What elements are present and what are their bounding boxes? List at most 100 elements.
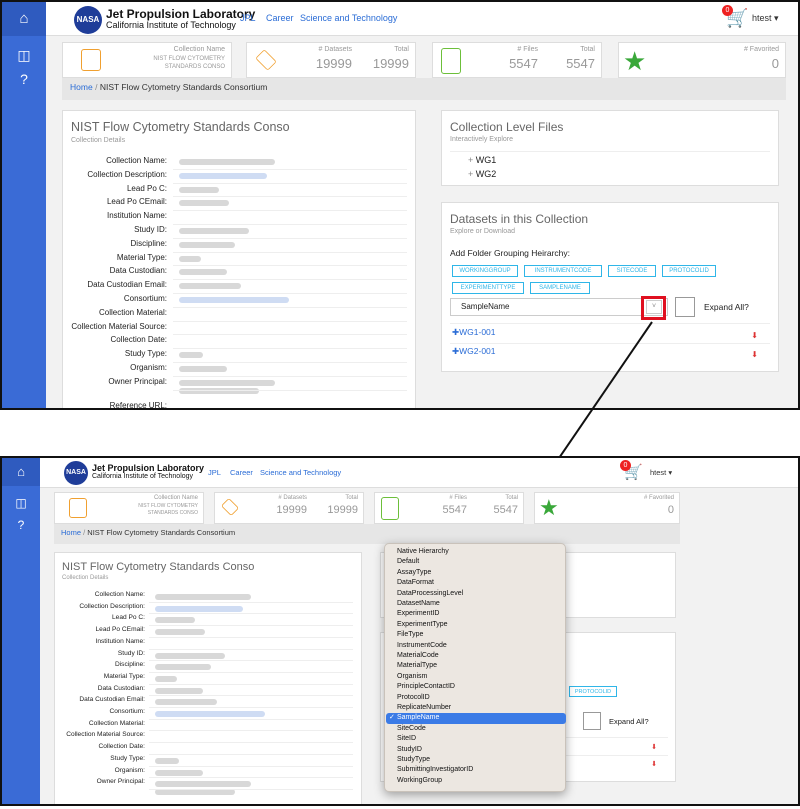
download-icon[interactable]: ⬇	[751, 331, 758, 340]
nav-career[interactable]: Career	[230, 468, 253, 477]
dropdown-option[interactable]: ExperimentType	[386, 620, 566, 630]
dropdown-option[interactable]: SubmittingInvestigatorID	[386, 765, 566, 775]
files-total-value: 5547	[493, 504, 518, 516]
dropdown-option[interactable]: ProtocolID	[386, 693, 566, 703]
tree-item-wg2[interactable]: + WG2	[468, 169, 496, 179]
redacted-value	[155, 664, 211, 671]
cube-icon[interactable]: ◫	[2, 46, 46, 64]
cart-count-badge: 0	[722, 5, 733, 16]
row-divider	[149, 777, 353, 779]
tag-samplename[interactable]: SAMPLENAME	[530, 282, 590, 294]
download-icon[interactable]: ⬇	[651, 743, 657, 751]
detail-field-label: Organism:	[130, 363, 167, 372]
datasets-value: 19999	[276, 504, 307, 516]
tag-sitecode[interactable]: SITECODE	[608, 265, 656, 277]
dropdown-option-label: AssayType	[397, 568, 432, 576]
dropdown-option[interactable]: MaterialCode	[386, 651, 566, 661]
dropdown-option[interactable]: InstrumentCode	[386, 641, 566, 651]
dropdown-option[interactable]: SiteCode	[386, 724, 566, 734]
row-divider	[149, 718, 353, 720]
help-icon[interactable]: ?	[2, 70, 46, 88]
collection-details-panel: NIST Flow Cytometry Standards Conso Coll…	[62, 110, 416, 408]
dataset-row-wg2-001[interactable]: ✚WG2-001	[452, 346, 496, 357]
tag-protocolid[interactable]: PROTOCOLID	[569, 686, 617, 697]
help-icon[interactable]: ?	[2, 516, 40, 534]
download-icon[interactable]: ⬇	[751, 350, 758, 359]
row-divider	[173, 306, 407, 308]
dropdown-option[interactable]: StudyType	[386, 755, 566, 765]
home-icon[interactable]: ⌂	[2, 2, 46, 36]
tag-workinggroup[interactable]: WORKINGGROUP	[452, 265, 518, 277]
detail-field-label: Lead Po C:	[112, 614, 145, 622]
user-name: htest	[752, 13, 772, 23]
user-menu[interactable]: htest ▾	[752, 13, 779, 24]
collection-name-card: Collection Name NIST FLOW CYTOMETRY STAN…	[62, 42, 232, 78]
dropdown-option[interactable]: PrincipleContactID	[386, 682, 566, 692]
dropdown-option-label: SubmittingInvestigatorID	[397, 766, 474, 774]
tree-item-wg1[interactable]: + WG1	[468, 155, 496, 165]
detail-field-label: Collection Material Source:	[71, 321, 167, 331]
detail-field-label: Discipline:	[130, 238, 167, 248]
breadcrumb-home[interactable]: Home	[61, 528, 81, 537]
dropdown-option[interactable]: Native Hierarchy	[386, 547, 566, 557]
row-divider	[149, 707, 353, 708]
dropdown-option[interactable]: SiteID	[386, 734, 566, 744]
expand-all-checkbox[interactable]	[675, 297, 695, 317]
dropdown-option[interactable]: Default	[386, 557, 566, 567]
dropdown-option[interactable]: DataFormat	[386, 578, 566, 588]
dropdown-option[interactable]: MaterialType	[386, 661, 566, 671]
dropdown-option[interactable]: ExperimentID	[386, 609, 566, 619]
detail-field-label: Material Type:	[103, 672, 145, 680]
tag-instrumentcode[interactable]: INSTRUMENTCODE	[524, 265, 602, 277]
nav-science[interactable]: Science and Technology	[300, 13, 397, 23]
row-divider	[173, 182, 407, 184]
row-divider	[149, 660, 353, 662]
cube-icon[interactable]: ◫	[2, 494, 40, 512]
dropdown-option[interactable]: FileType	[386, 630, 566, 640]
breadcrumb-home[interactable]: Home	[70, 82, 93, 92]
tag-protocolid[interactable]: PROTOCOLID	[662, 265, 716, 277]
redacted-value	[179, 352, 203, 359]
home-icon[interactable]: ⌂	[2, 458, 40, 486]
files-icon	[381, 497, 399, 520]
cart-icon[interactable]: 🛒 0	[620, 460, 643, 481]
dropdown-option[interactable]: DatasetName	[386, 599, 566, 609]
dropdown-option[interactable]: WorkingGroup	[386, 776, 566, 786]
user-name: htest	[650, 468, 667, 477]
dropdown-option[interactable]: Organism	[386, 672, 566, 682]
details-subtitle: Collection Details	[71, 137, 126, 144]
detail-field-label: Owner Principal:	[96, 778, 145, 786]
dropdown-option[interactable]: ReplicateNumber	[386, 703, 566, 713]
favorited-label: # Favorited	[743, 46, 779, 53]
files-subtitle: Interactively Explore	[450, 136, 514, 143]
detail-field-label: Study Type:	[110, 754, 145, 762]
redacted-value	[179, 366, 227, 372]
dropdown-option[interactable]: DataProcessingLevel	[386, 589, 566, 599]
row-divider	[173, 168, 407, 170]
detail-field-label: Collection Material Source:	[66, 731, 145, 739]
dropdown-option-label: Default	[397, 558, 420, 566]
grouping-select[interactable]: SampleName	[450, 298, 668, 316]
dropdown-option[interactable]: AssayType	[386, 568, 566, 578]
nav-career[interactable]: Career	[266, 13, 294, 23]
dataset-row-wg1-001[interactable]: ✚WG1-001	[452, 327, 496, 338]
nasa-logo[interactable]: NASA	[74, 6, 102, 34]
tag-experimenttype[interactable]: EXPERIMENTTYPE	[452, 282, 524, 294]
expand-all-checkbox[interactable]	[583, 712, 601, 730]
download-icon[interactable]: ⬇	[651, 760, 657, 768]
brand-title: Jet Propulsion Laboratory	[106, 7, 256, 21]
nav-science[interactable]: Science and Technology	[260, 468, 341, 477]
grouping-dropdown-menu[interactable]: Native Hierarchy Default AssayType DataForm…	[384, 543, 566, 792]
detail-field-label: Institution Name:	[95, 637, 145, 645]
nasa-logo[interactable]: NASA	[64, 461, 88, 485]
user-menu[interactable]: htest ▾	[650, 468, 672, 477]
dropdown-option[interactable]: ✓ SampleName	[386, 713, 566, 724]
cart-icon[interactable]: 🛒 0	[722, 5, 748, 29]
expand-plus-icon: +	[468, 155, 474, 165]
dropdown-option[interactable]: StudyID	[386, 745, 566, 755]
star-icon: ★	[539, 495, 559, 520]
nav-jpl[interactable]: JPL	[208, 468, 221, 477]
redacted-value	[155, 617, 195, 624]
divider	[450, 151, 770, 152]
nav-jpl[interactable]: JPL	[240, 13, 256, 23]
